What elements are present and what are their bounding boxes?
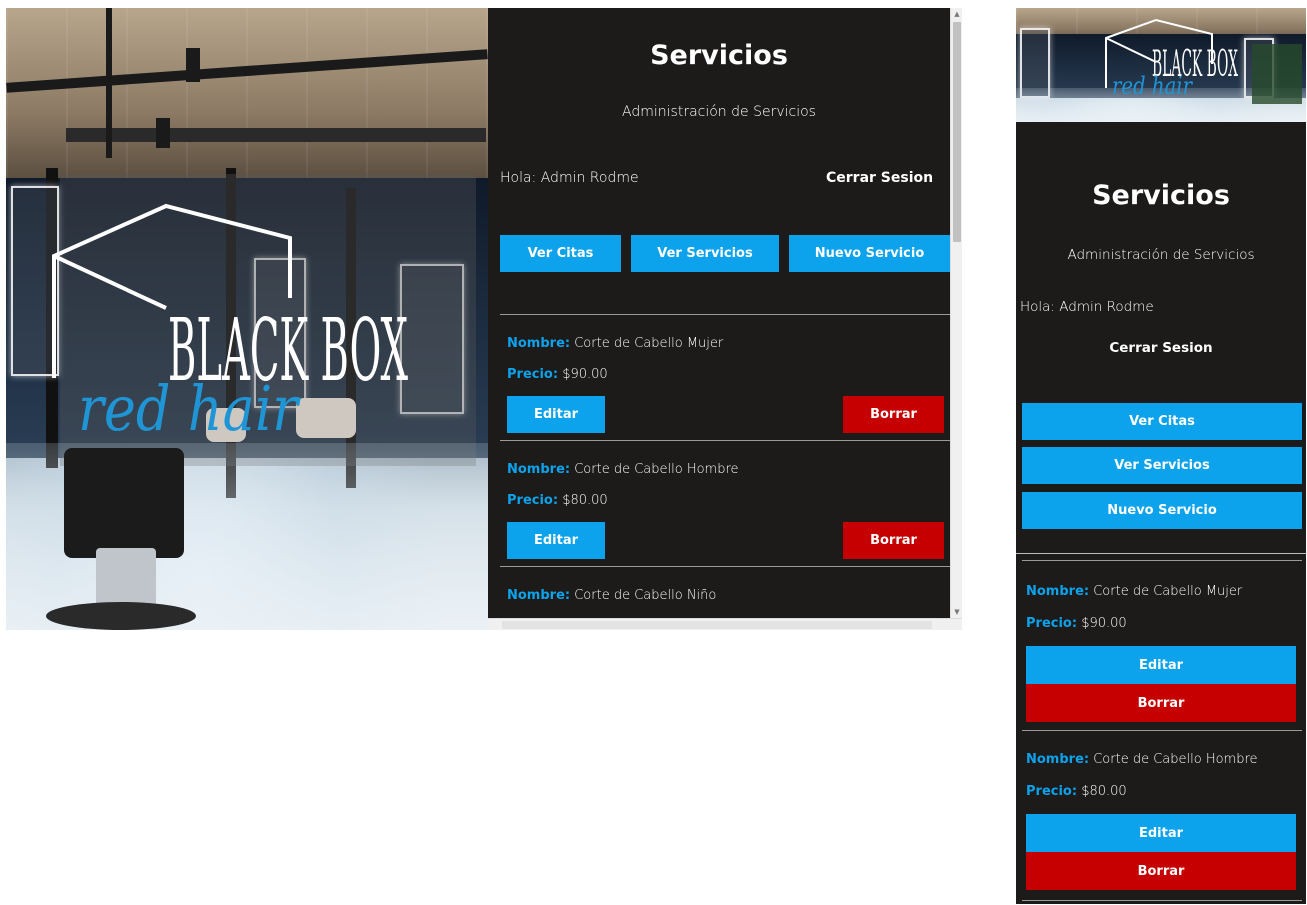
page-subtitle: Administración de Servicios xyxy=(1067,247,1255,263)
service-name-label: Nombre: xyxy=(507,588,571,603)
user-greeting: Hola: Admin Rodme xyxy=(1020,299,1154,315)
service-item: Nombre: Corte de Cabello Hombre Precio: … xyxy=(500,440,950,566)
service-price-label: Precio: xyxy=(507,493,559,508)
page-title: Servicios xyxy=(650,40,788,71)
divider xyxy=(1022,900,1302,901)
delete-button[interactable]: Borrar xyxy=(843,396,944,433)
delete-button[interactable]: Borrar xyxy=(1026,852,1296,890)
divider xyxy=(1016,553,1306,554)
salon-hero-image: BLACK BOX red hair xyxy=(6,8,488,630)
new-service-button[interactable]: Nuevo Servicio xyxy=(1022,492,1302,529)
service-name-label: Nombre: xyxy=(507,336,571,351)
service-price-label: Precio: xyxy=(1026,616,1078,631)
horizontal-scrollbar[interactable] xyxy=(488,618,962,630)
service-name: Corte de Cabello Mujer xyxy=(574,336,724,351)
edit-button[interactable]: Editar xyxy=(507,396,605,433)
service-price: $80.00 xyxy=(562,493,608,508)
edit-button[interactable]: Editar xyxy=(1026,646,1296,684)
service-name: Corte de Cabello Hombre xyxy=(1093,752,1258,767)
scroll-up-icon[interactable]: ▲ xyxy=(951,8,962,20)
service-name-label: Nombre: xyxy=(507,462,571,477)
view-appointments-button[interactable]: Ver Citas xyxy=(1022,403,1302,440)
new-service-button[interactable]: Nuevo Servicio xyxy=(789,235,950,272)
service-item: Nombre: Corte de Cabello Mujer Precio: $… xyxy=(1022,560,1302,730)
view-services-button[interactable]: Ver Servicios xyxy=(1022,447,1302,484)
service-item: Nombre: Corte de Cabello Mujer Precio: $… xyxy=(500,314,950,440)
service-item: Nombre: Corte de Cabello Hombre Precio: … xyxy=(1022,730,1302,900)
scrollbar-thumb[interactable] xyxy=(953,22,961,242)
scroll-down-icon[interactable]: ▼ xyxy=(951,606,962,618)
black-box-logo: BLACK BOX red hair xyxy=(52,203,408,445)
vertical-scrollbar[interactable]: ▲ ▼ xyxy=(950,8,962,618)
page-subtitle: Administración de Servicios xyxy=(622,104,816,120)
delete-button[interactable]: Borrar xyxy=(1026,684,1296,722)
salon-hero-image: BLACK BOX red hair xyxy=(1016,8,1306,122)
service-name: Corte de Cabello Hombre xyxy=(574,462,739,477)
delete-button[interactable]: Borrar xyxy=(843,522,944,559)
service-name: Corte de Cabello Niño xyxy=(574,588,717,603)
view-appointments-button[interactable]: Ver Citas xyxy=(500,235,621,272)
logo-text-redhair: red hair xyxy=(78,372,301,445)
edit-button[interactable]: Editar xyxy=(507,522,605,559)
service-name: Corte de Cabello Mujer xyxy=(1093,584,1243,599)
edit-button[interactable]: Editar xyxy=(1026,814,1296,852)
service-price: $90.00 xyxy=(1081,616,1127,631)
service-price-label: Precio: xyxy=(1026,784,1078,799)
black-box-logo: BLACK BOX red hair xyxy=(1105,18,1238,100)
logout-link[interactable]: Cerrar Sesion xyxy=(1016,340,1306,356)
user-greeting: Hola: Admin Rodme xyxy=(500,170,639,186)
service-name-label: Nombre: xyxy=(1026,584,1090,599)
logout-link[interactable]: Cerrar Sesion xyxy=(826,170,933,186)
mobile-admin-panel: BLACK BOX red hair Servicios Administrac… xyxy=(1016,8,1306,904)
view-services-button[interactable]: Ver Servicios xyxy=(631,235,779,272)
scrollbar-thumb[interactable] xyxy=(502,621,932,629)
service-price: $80.00 xyxy=(1081,784,1127,799)
service-name-label: Nombre: xyxy=(1026,752,1090,767)
page-title: Servicios xyxy=(1092,180,1230,211)
service-item: Nombre: Corte de Cabello Niño xyxy=(500,566,950,626)
service-price-label: Precio: xyxy=(507,367,559,382)
desktop-admin-panel: Servicios Administración de Servicios Ho… xyxy=(488,8,962,630)
service-price: $90.00 xyxy=(562,367,608,382)
logo-text-redhair: red hair xyxy=(1112,72,1193,100)
